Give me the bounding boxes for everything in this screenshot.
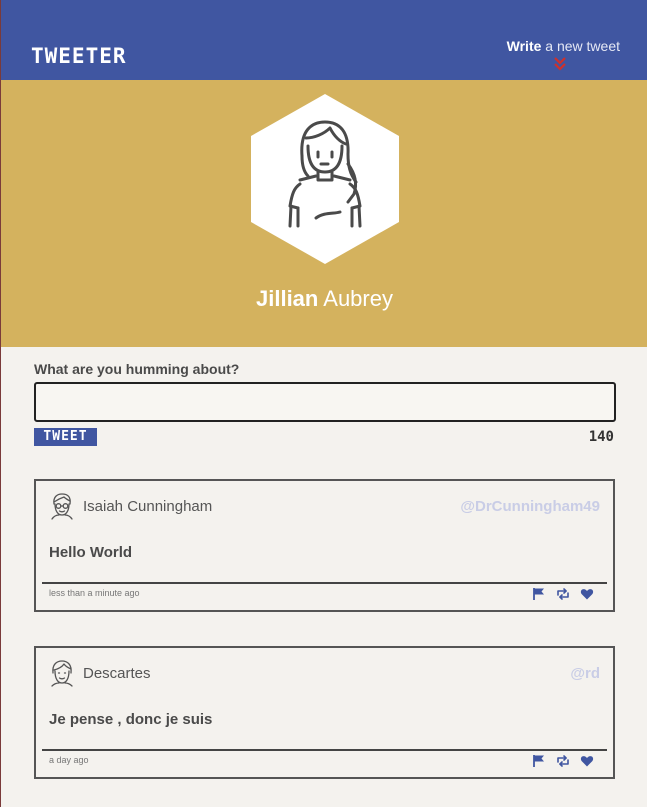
profile-name: Jillian Aubrey bbox=[1, 286, 647, 312]
profile-header: Jillian Aubrey bbox=[1, 80, 647, 347]
flag-icon[interactable] bbox=[532, 754, 546, 768]
profile-avatar bbox=[251, 94, 399, 264]
tweet-timestamp: less than a minute ago bbox=[49, 588, 140, 598]
heart-icon[interactable] bbox=[580, 754, 594, 768]
tweet-body: Hello World bbox=[49, 544, 133, 561]
tweet-author: Descartes bbox=[83, 665, 151, 682]
tweet-actions bbox=[532, 754, 598, 768]
retweet-icon[interactable] bbox=[556, 587, 570, 601]
tweet-input[interactable] bbox=[34, 382, 616, 422]
top-nav: TWEETER Write a new tweet bbox=[1, 0, 647, 80]
tweet-handle[interactable]: @DrCunningham49 bbox=[460, 498, 600, 515]
write-label: Write bbox=[506, 38, 542, 54]
profile-last-name: Aubrey bbox=[323, 286, 393, 311]
heart-icon[interactable] bbox=[580, 587, 594, 601]
write-tweet-link[interactable]: Write a new tweet bbox=[507, 38, 620, 54]
new-tweet-label: a new tweet bbox=[541, 38, 620, 54]
tweet-actions bbox=[532, 587, 598, 601]
tweet-body: Je pense , donc je suis bbox=[49, 711, 213, 728]
character-counter: 140 bbox=[588, 429, 614, 445]
man-with-glasses-avatar-icon bbox=[51, 493, 73, 520]
tweet-divider bbox=[42, 582, 607, 584]
tweet-handle[interactable]: @rd bbox=[570, 665, 600, 682]
tweet-button[interactable]: TWEET bbox=[34, 428, 97, 446]
tweet-timestamp: a day ago bbox=[49, 755, 89, 765]
tweet-author: Isaiah Cunningham bbox=[83, 498, 213, 515]
tweet-divider bbox=[42, 749, 607, 751]
compose-label: What are you humming about? bbox=[34, 361, 240, 377]
tweet-card: Isaiah Cunningham @DrCunningham49 Hello … bbox=[34, 479, 615, 612]
brand-logo[interactable]: TWEETER bbox=[31, 44, 127, 68]
double-chevron-down-icon[interactable] bbox=[552, 56, 568, 72]
profile-first-name: Jillian bbox=[256, 286, 319, 311]
boy-avatar-icon bbox=[51, 660, 73, 687]
flag-icon[interactable] bbox=[532, 587, 546, 601]
tweet-card: Descartes @rd Je pense , donc je suis a … bbox=[34, 646, 615, 779]
retweet-icon[interactable] bbox=[556, 754, 570, 768]
